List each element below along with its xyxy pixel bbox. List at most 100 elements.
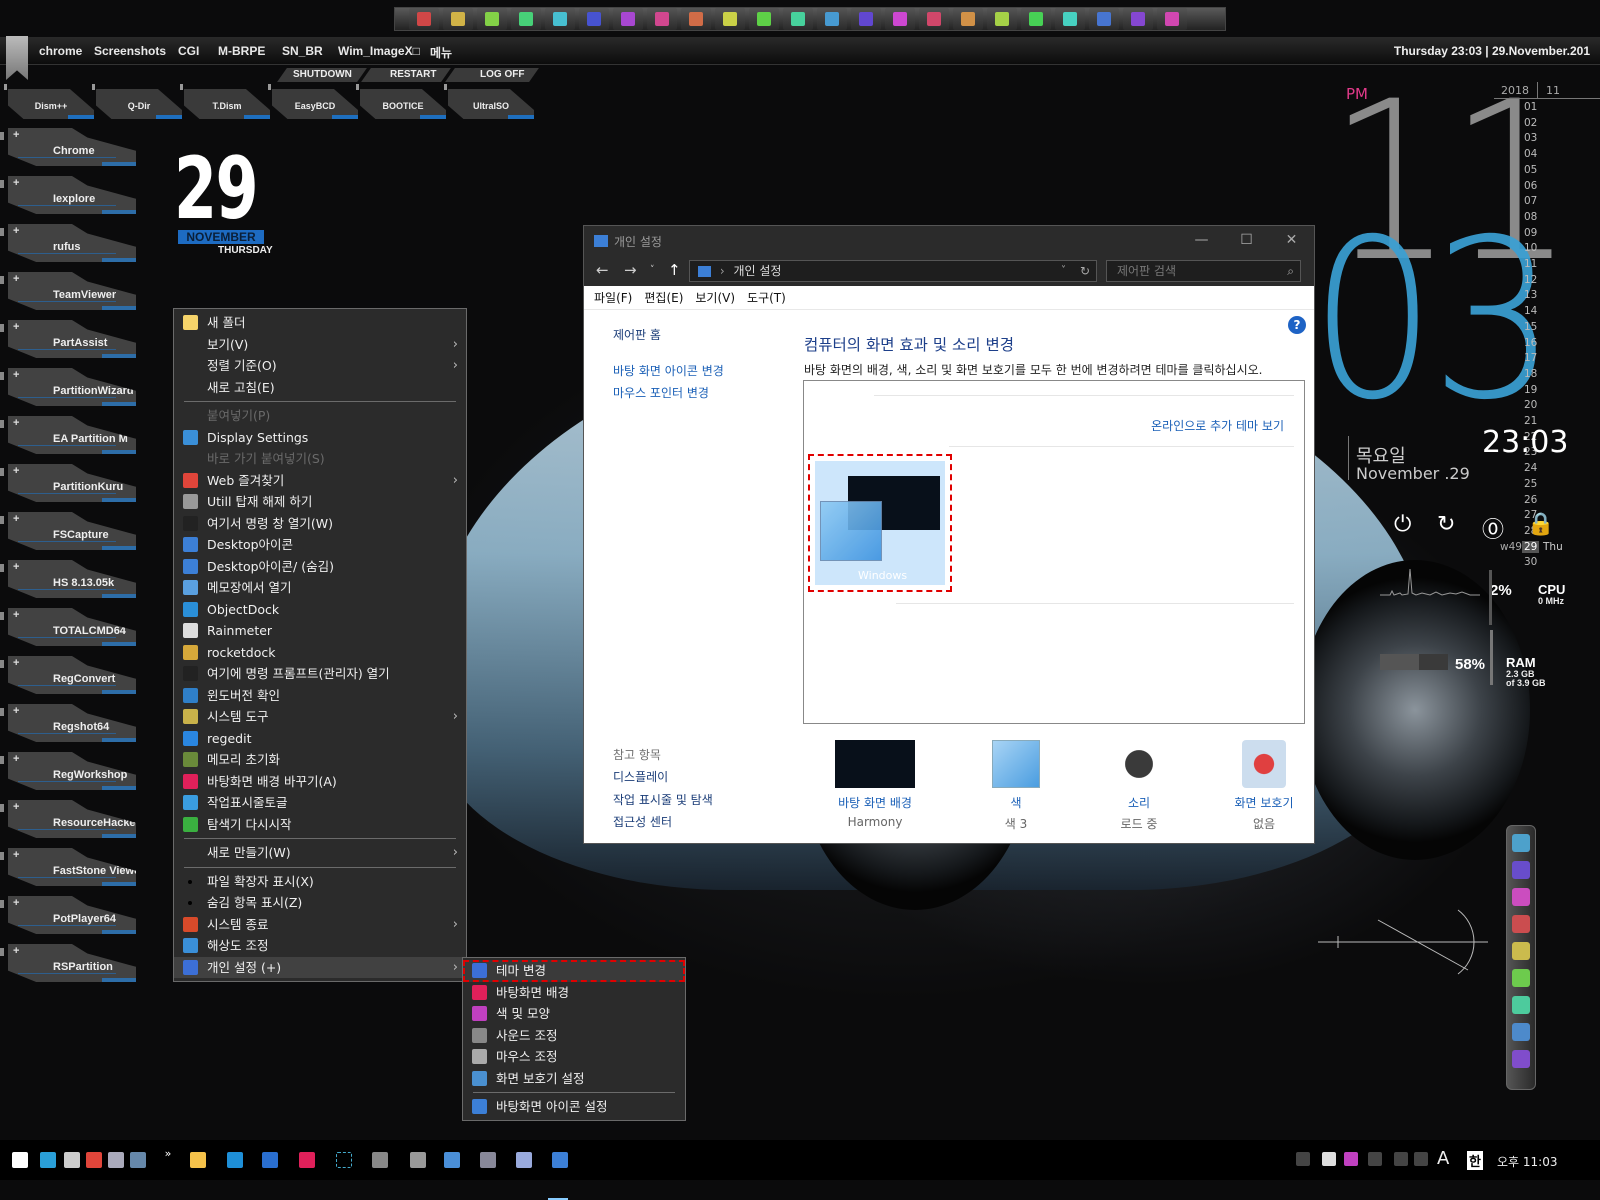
usb-icon[interactable] [987,8,1017,30]
file-icon[interactable] [516,1152,532,1168]
calendar-day[interactable]: 07 [1524,195,1537,207]
tool-tile-ultraiso[interactable]: UltraISO [448,89,534,119]
raindrop-icon[interactable] [1322,1152,1336,1166]
display-link[interactable]: 디스플레이 [613,768,668,785]
menu-item[interactable]: 해상도 조정 [174,935,466,957]
menubar-item[interactable]: chrome [39,44,82,58]
objectdock-icon[interactable] [227,1152,243,1168]
calendar-day[interactable]: 09 [1524,227,1537,239]
ime-korean-icon[interactable]: 한 [1467,1151,1483,1170]
restart-button[interactable]: RESTART [361,68,451,82]
mouse-pointer-link[interactable]: 마우스 포인터 변경 [613,384,709,401]
start-icon[interactable] [12,1152,28,1168]
theme-component[interactable]: 색색 3 [966,740,1066,832]
file-explorer-icon[interactable] [190,1152,206,1168]
back-button[interactable]: ← [596,261,609,279]
calendar-day[interactable]: 15 [1524,321,1537,333]
tool-tile-bootice[interactable]: BOOTICE [360,89,446,119]
launcher-chrome[interactable]: + Chrome [8,128,136,166]
launcher-partitionwizard[interactable]: + PartitionWizard [8,368,136,406]
logoff-button[interactable]: LOG OFF [445,68,539,82]
menu-item[interactable]: Rainmeter [174,620,466,642]
menu-item[interactable]: 색 및 모양 [463,1003,685,1025]
disc-icon[interactable] [817,8,847,30]
tool-tile-tdism[interactable]: T.Dism [184,89,270,119]
refresh-icon[interactable]: ↻ [1080,261,1090,281]
launcher-regshot64[interactable]: + Regshot64 [8,704,136,742]
theme-component[interactable]: 바탕 화면 배경 Harmony [825,740,925,829]
color-icon[interactable] [1344,1152,1358,1166]
calendar-day[interactable]: 01 [1524,101,1537,113]
launcher-fscapture[interactable]: + FSCapture [8,512,136,550]
windows-flag-icon[interactable] [409,8,439,30]
network-icon[interactable] [1512,1050,1530,1068]
calendar-day[interactable]: 24 [1524,462,1537,474]
app-icon[interactable] [1512,888,1530,906]
calendar-day[interactable]: 03 [1524,132,1537,144]
launcher-partitionkuru[interactable]: + PartitionKuru [8,464,136,502]
menu-edit[interactable]: 편집(E) [644,286,683,309]
backup-icon[interactable] [681,8,711,30]
pack-icon[interactable] [953,8,983,30]
calendar-day[interactable]: 02 [1524,117,1537,129]
capture-icon[interactable] [336,1152,352,1168]
overflow-icon[interactable]: » [160,1146,176,1162]
launcher-hs81305k[interactable]: + HS 8.13.05k [8,560,136,598]
desktop-icons-link[interactable]: 바탕 화면 아이콘 변경 [613,362,724,379]
taskbar-clock[interactable]: 오후 11:03 [1497,1153,1557,1170]
grid-app-icon[interactable] [1512,915,1530,933]
menu-item[interactable]: 바탕화면 배경 바꾸기(A) [174,771,466,793]
launcher-iexplore[interactable]: + Iexplore [8,176,136,214]
window-icon[interactable] [262,1152,278,1168]
launcher-eapartitionm[interactable]: + EA Partition M [8,416,136,454]
online-themes-link[interactable]: 온라인으로 추가 테마 보기 [1151,417,1284,434]
close-button[interactable]: ✕ [1269,226,1314,256]
menu-item[interactable]: 여기서 명령 창 열기(W) [174,513,466,535]
menu-item[interactable]: 바탕화면 배경 [463,982,685,1004]
power-icon[interactable]: ⏻ [1394,512,1411,537]
menu-item[interactable]: 보기(V) › [174,334,466,356]
g-app-icon[interactable] [749,8,779,30]
volume-icon[interactable] [1414,1152,1428,1166]
menu-item[interactable]: 새 폴더 [174,312,466,334]
computer-icon[interactable] [477,8,507,30]
menu-item[interactable]: 개인 설정 (+) › [174,956,466,978]
drive-icon[interactable] [647,8,677,30]
menubar-item[interactable]: CGI [178,44,199,58]
calendar-day[interactable]: 25 [1524,478,1537,490]
menu-item[interactable]: 사운드 조정 [463,1025,685,1047]
menu-item[interactable]: rocketdock [174,642,466,664]
help-icon[interactable]: ? [1288,316,1306,334]
menu-item[interactable]: ObjectDock [174,599,466,621]
chevron-down-icon[interactable]: ˅ [1061,261,1066,281]
calendar-day[interactable]: 08 [1524,211,1537,223]
calendar-day[interactable]: 17 [1524,352,1537,364]
menu-item[interactable]: Desktop아이콘 [174,534,466,556]
menu-item[interactable]: regedit [174,728,466,750]
menu-item[interactable]: Web 즐겨찾기 › [174,470,466,492]
menu-item[interactable]: 화면 보호기 설정 [463,1068,685,1090]
personalize-icon[interactable] [552,1152,568,1168]
notepad-icon[interactable] [783,8,813,30]
calendar-day[interactable]: 16 [1524,337,1537,349]
window-titlebar[interactable]: 개인 설정 — ☐ ✕ [584,226,1314,256]
calendar-day[interactable]: 29 [1522,540,1540,553]
launcher-regworkshop[interactable]: + RegWorkshop [8,752,136,790]
calendar-day[interactable]: 30 [1524,556,1537,568]
window-icon[interactable] [1512,942,1530,960]
blue-ball-icon[interactable] [1055,8,1085,30]
menu-view[interactable]: 보기(V) [695,286,735,309]
printer-icon[interactable] [410,1152,426,1168]
gears-icon[interactable] [885,8,915,30]
menubar-item[interactable]: Wim_ImageX□ [338,44,420,58]
chrome-icon[interactable] [86,1152,102,1168]
search-input[interactable]: 제어판 검색 ⌕ [1106,260,1301,282]
text-app-icon[interactable] [919,8,949,30]
menu-item[interactable]: 시스템 도구 › [174,706,466,728]
calendar-day[interactable]: 05 [1524,164,1537,176]
calendar-day[interactable]: 10 [1524,242,1537,254]
menubar-item[interactable]: 메뉴 [430,44,452,61]
menu-item[interactable]: 새로 고침(E) [174,377,466,399]
menu-item[interactable]: Display Settings [174,427,466,449]
taskbar-link[interactable]: 작업 표시줄 및 탐색 [613,791,713,808]
